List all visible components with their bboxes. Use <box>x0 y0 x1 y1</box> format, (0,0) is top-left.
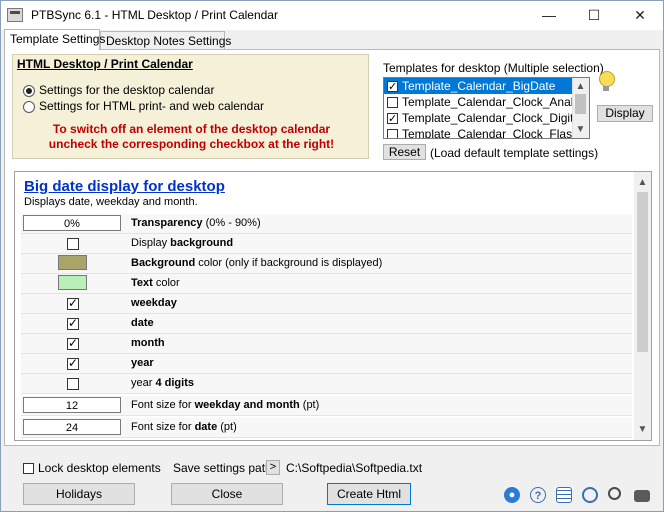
setting-row-month: month <box>21 334 632 354</box>
setting-row-date: date <box>21 314 632 334</box>
window-title: PTBSync 6.1 - HTML Desktop / Print Calen… <box>31 8 278 22</box>
lock-label: Lock desktop elements <box>38 461 161 475</box>
templates-scrollbar[interactable]: ▲ ▼ <box>572 78 589 138</box>
radio-print-label: Settings for HTML print- and web calenda… <box>39 99 264 113</box>
setting-row-font-weekday-month: 12 Font size for weekday and month (pt) <box>21 396 632 416</box>
maximize-icon[interactable]: ☐ <box>571 1 617 30</box>
radio-on-icon[interactable] <box>23 84 35 97</box>
settings-subtitle: Displays date, weekday and month. <box>24 196 198 208</box>
create-html-button[interactable]: Create Html <box>327 483 411 505</box>
radio-desktop-calendar[interactable]: Settings for the desktop calendar <box>23 83 214 97</box>
title-bar: PTBSync 6.1 - HTML Desktop / Print Calen… <box>1 1 663 30</box>
printer-icon[interactable] <box>634 490 650 502</box>
scroll-up-icon[interactable]: ▲ <box>634 174 651 191</box>
text-color-swatch[interactable] <box>58 275 87 290</box>
template-name: Template_Calendar_Clock_Digital <box>402 111 583 125</box>
app-icon <box>7 8 23 22</box>
lock-checkbox[interactable] <box>23 463 34 475</box>
minimize-icon[interactable]: — <box>526 1 572 30</box>
scroll-thumb[interactable] <box>575 94 586 114</box>
tab-desktop-notes-settings[interactable]: Desktop Notes Settings <box>100 31 231 49</box>
display-button[interactable]: Display <box>597 105 653 122</box>
template-item[interactable]: Template_Calendar_Clock_Analog <box>384 94 587 110</box>
template-checkbox[interactable] <box>387 129 398 138</box>
template-name: Template_Calendar_Clock_Flash <box>402 127 579 139</box>
setting-row-year-4-digits: year 4 digits <box>21 374 632 394</box>
template-name: Template_Calendar_BigDate <box>402 79 556 93</box>
setting-row-text-color: Text color <box>21 274 632 294</box>
info-text-line1: To switch off an element of the desktop … <box>52 122 331 136</box>
year-4-digits-checkbox[interactable] <box>67 378 79 390</box>
radio-desktop-label: Settings for the desktop calendar <box>39 83 215 97</box>
setting-label: weekday <box>131 297 177 309</box>
settings-panel: Big date display for desktop Displays da… <box>14 171 652 441</box>
holidays-button[interactable]: Holidays <box>23 483 135 505</box>
reset-note: (Load default template settings) <box>430 146 599 160</box>
globe-icon[interactable]: ● <box>504 487 520 503</box>
setting-row-year: year <box>21 354 632 374</box>
radio-off-icon[interactable] <box>23 100 35 113</box>
template-item[interactable]: Template_Calendar_Clock_Digital <box>384 110 583 127</box>
template-item[interactable]: Template_Calendar_Clock_Flash <box>384 126 579 138</box>
template-item[interactable]: Template_Calendar_BigDate <box>384 78 574 95</box>
zoom-icon[interactable] <box>608 487 621 500</box>
setting-label: Display background <box>131 237 234 249</box>
setting-row-transparency: 0% Transparency (0% - 90%) <box>21 214 632 234</box>
setting-row-background-color: Background color (only if background is … <box>21 254 632 274</box>
templates-list[interactable]: Template_Calendar_BigDate Template_Calen… <box>383 77 590 139</box>
date-checkbox[interactable] <box>67 316 79 330</box>
lightbulb-icon <box>599 71 615 91</box>
font-size-date-input[interactable]: 24 <box>23 419 121 435</box>
font-size-weekday-input[interactable]: 12 <box>23 397 121 413</box>
calendar-mode-box: HTML Desktop / Print Calendar Settings f… <box>12 54 369 159</box>
tab-template-settings[interactable]: Template Settings <box>4 29 105 50</box>
template-checkbox[interactable] <box>387 79 398 95</box>
radio-print-calendar[interactable]: Settings for HTML print- and web calenda… <box>23 99 264 113</box>
template-checkbox[interactable] <box>387 97 398 109</box>
setting-label: month <box>131 337 165 349</box>
setting-label: Text color <box>131 277 180 289</box>
month-checkbox[interactable] <box>67 336 79 350</box>
setting-label: Transparency (0% - 90%) <box>131 217 261 229</box>
setting-label: year 4 digits <box>131 377 194 389</box>
setting-label: Background color (only if background is … <box>131 257 383 269</box>
settings-title[interactable]: Big date display for desktop <box>24 178 225 195</box>
setting-row-display-background: Display background <box>21 234 632 254</box>
clock-icon[interactable] <box>582 487 598 503</box>
scroll-down-icon[interactable]: ▼ <box>634 421 651 438</box>
setting-row-weekday: weekday <box>21 294 632 314</box>
weekday-checkbox[interactable] <box>67 296 79 310</box>
scroll-thumb[interactable] <box>637 192 648 352</box>
setting-row-font-date: 24 Font size for date (pt) <box>21 418 632 438</box>
section-title: HTML Desktop / Print Calendar <box>17 57 193 71</box>
background-color-swatch[interactable] <box>58 255 87 270</box>
main-window: PTBSync 6.1 - HTML Desktop / Print Calen… <box>0 0 664 512</box>
display-background-checkbox[interactable] <box>67 238 79 250</box>
close-window-icon[interactable]: ✕ <box>617 1 663 30</box>
setting-label: Font size for weekday and month (pt) <box>131 399 320 411</box>
template-checkbox[interactable] <box>387 111 398 127</box>
reset-button[interactable]: Reset <box>383 144 426 160</box>
info-text-line2: uncheck the corresponding checkbox at th… <box>48 137 335 151</box>
setting-label: year <box>131 357 154 369</box>
templates-label: Templates for desktop (Multiple selectio… <box>383 61 604 75</box>
save-path-value: C:\Softpedia\Softpedia.txt <box>286 461 423 475</box>
template-name: Template_Calendar_Clock_Analog <box>402 95 587 109</box>
lock-checkbox-row[interactable]: Lock desktop elements <box>23 461 161 475</box>
scroll-down-icon[interactable]: ▼ <box>573 121 588 138</box>
setting-label: date <box>131 317 154 329</box>
close-button[interactable]: Close <box>171 483 283 505</box>
help-icon[interactable]: ? <box>530 487 546 503</box>
calendar-icon[interactable] <box>556 487 572 503</box>
save-path-label: Save settings path <box>173 461 272 475</box>
setting-label: Font size for date (pt) <box>131 421 237 433</box>
save-path-browse-button[interactable]: > <box>266 460 280 475</box>
settings-scrollbar[interactable]: ▲ ▼ <box>634 172 651 440</box>
scroll-up-icon[interactable]: ▲ <box>573 78 588 95</box>
year-checkbox[interactable] <box>67 356 79 370</box>
transparency-input[interactable]: 0% <box>23 215 121 231</box>
